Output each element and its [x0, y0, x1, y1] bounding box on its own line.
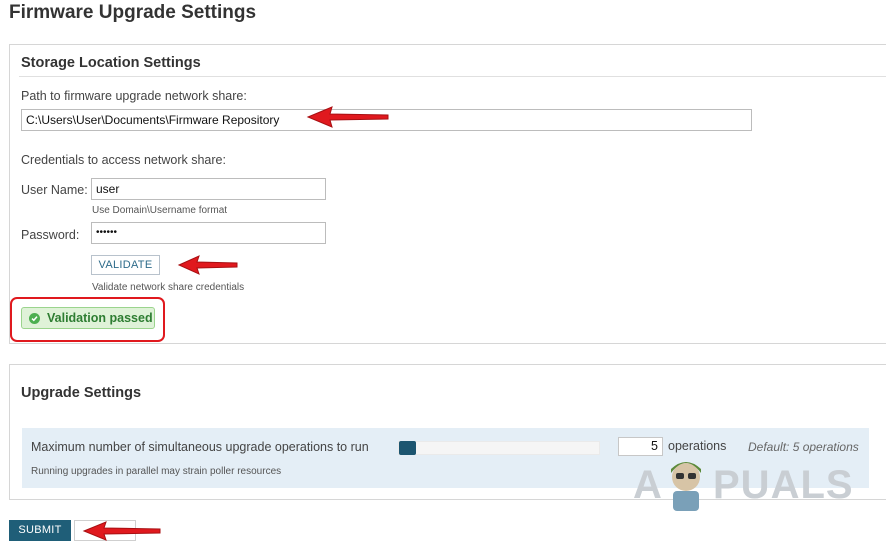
username-hint: Use Domain\Username format — [92, 205, 228, 216]
path-label: Path to firmware upgrade network share: — [21, 89, 247, 103]
password-label: Password: — [21, 228, 80, 242]
validate-button[interactable]: VALIDATE — [91, 255, 160, 275]
default-value-label: Default: 5 operations — [748, 440, 859, 454]
max-operations-slider[interactable] — [398, 441, 600, 455]
password-input[interactable]: •••••• — [91, 222, 326, 244]
annotation-highlight-ring — [10, 297, 165, 342]
credentials-label: Credentials to access network share: — [21, 153, 226, 167]
submit-button[interactable]: SUBMIT — [9, 520, 71, 541]
watermark-text-left: A — [633, 463, 663, 507]
watermark-text-right: PUALS — [713, 463, 854, 507]
red-arrow-icon — [306, 106, 389, 128]
validate-hint: Validate network share credentials — [92, 282, 245, 293]
storage-section-title: Storage Location Settings — [21, 55, 201, 71]
storage-location-panel: Storage Location Settings Path to firmwa… — [9, 44, 886, 344]
max-operations-label: Maximum number of simultaneous upgrade o… — [31, 440, 369, 454]
username-label: User Name: — [21, 183, 88, 197]
max-operations-input[interactable]: 5 — [618, 437, 663, 456]
max-operations-hint: Running upgrades in parallel may strain … — [31, 466, 282, 477]
watermark-logo: A PUALS — [633, 455, 853, 515]
red-arrow-icon — [177, 255, 238, 275]
section-divider — [19, 76, 886, 77]
slider-handle[interactable] — [399, 441, 416, 455]
mascot-icon — [671, 462, 701, 511]
username-input[interactable]: user — [91, 178, 326, 200]
operations-unit-label: operations — [668, 439, 727, 453]
upgrade-section-title: Upgrade Settings — [21, 385, 142, 401]
red-arrow-icon — [82, 521, 161, 541]
page-title: Firmware Upgrade Settings — [9, 2, 257, 23]
